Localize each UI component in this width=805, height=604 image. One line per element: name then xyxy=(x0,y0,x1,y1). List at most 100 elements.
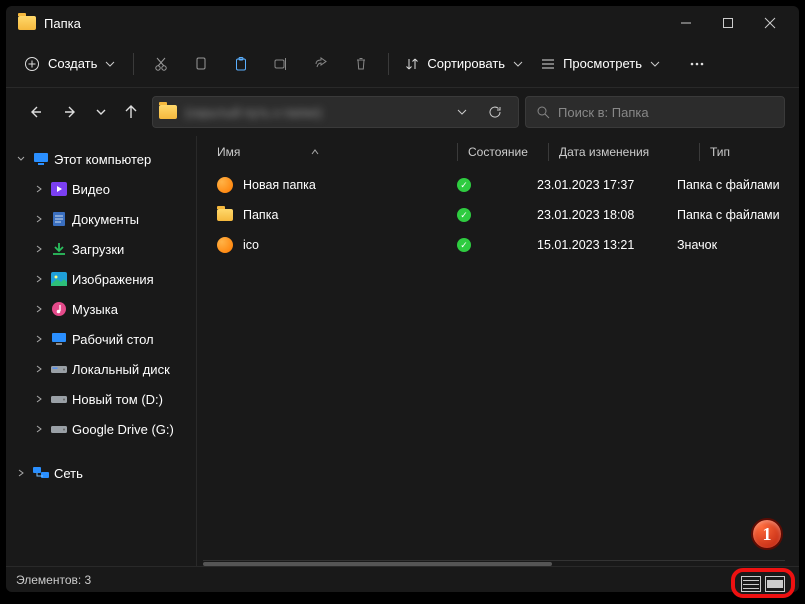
sidebar-item-downloads[interactable]: Загрузки xyxy=(10,234,192,264)
nav-pane[interactable]: Этот компьютер Видео Документы Загрузки xyxy=(6,136,196,566)
expand-icon[interactable] xyxy=(32,212,46,226)
file-row[interactable]: ico ✓ 15.01.2023 13:21 Значок xyxy=(197,230,799,260)
folder-custom-icon xyxy=(217,177,233,193)
sidebar-label: Изображения xyxy=(72,272,154,287)
copy-button[interactable] xyxy=(182,47,220,81)
details-view-button[interactable] xyxy=(741,576,761,592)
plus-circle-icon xyxy=(24,56,40,72)
column-type[interactable]: Тип xyxy=(710,145,799,159)
up-button[interactable] xyxy=(116,97,146,127)
search-box[interactable]: Поиск в: Папка xyxy=(525,96,785,128)
ellipsis-icon xyxy=(689,56,705,72)
minimize-button[interactable] xyxy=(665,8,707,38)
sidebar-item-pictures[interactable]: Изображения xyxy=(10,264,192,294)
titlebar: Папка xyxy=(6,6,799,40)
search-placeholder: Поиск в: Папка xyxy=(558,105,649,120)
copy-icon xyxy=(193,56,209,72)
expand-icon[interactable] xyxy=(32,392,46,406)
chevron-down-icon xyxy=(456,106,468,118)
sidebar-label: Музыка xyxy=(72,302,118,317)
address-dropdown[interactable] xyxy=(456,106,480,118)
sidebar-label: Локальный диск xyxy=(72,362,170,377)
sidebar-item-new-volume[interactable]: Новый том (D:) xyxy=(10,384,192,414)
view-button[interactable]: Просмотреть xyxy=(533,50,668,77)
minimize-icon xyxy=(680,17,692,29)
chevron-down-icon xyxy=(105,59,115,69)
downloads-icon xyxy=(50,241,68,257)
view-button-label: Просмотреть xyxy=(563,56,642,71)
paste-icon xyxy=(233,56,249,72)
large-icons-view-button[interactable] xyxy=(765,576,785,592)
folder-icon xyxy=(217,209,233,221)
file-row[interactable]: Папка ✓ 23.01.2023 18:08 Папка с файлами xyxy=(197,200,799,230)
trash-icon xyxy=(353,56,369,72)
drive-icon xyxy=(50,421,68,437)
sidebar-item-documents[interactable]: Документы xyxy=(10,204,192,234)
expand-icon[interactable] xyxy=(32,302,46,316)
monitor-icon xyxy=(32,151,50,167)
cut-icon xyxy=(153,56,169,72)
folder-icon xyxy=(18,16,36,30)
sidebar-label: Этот компьютер xyxy=(54,152,151,167)
horizontal-scrollbar[interactable] xyxy=(203,560,785,566)
sidebar-item-network[interactable]: Сеть xyxy=(10,458,192,488)
sidebar-label: Видео xyxy=(72,182,110,197)
cut-button[interactable] xyxy=(142,47,180,81)
sidebar-item-videos[interactable]: Видео xyxy=(10,174,192,204)
expand-icon[interactable] xyxy=(32,182,46,196)
sidebar-label: Сеть xyxy=(54,466,83,481)
sort-icon xyxy=(405,57,419,71)
sidebar-label: Google Drive (G:) xyxy=(72,422,174,437)
rename-icon xyxy=(273,56,289,72)
column-name[interactable]: Имя xyxy=(217,145,457,159)
arrow-left-icon xyxy=(27,104,43,120)
more-button[interactable] xyxy=(678,47,716,81)
expand-icon[interactable] xyxy=(32,332,46,346)
back-button[interactable] xyxy=(20,97,50,127)
delete-button[interactable] xyxy=(342,47,380,81)
expand-icon[interactable] xyxy=(14,466,28,480)
documents-icon xyxy=(50,211,68,227)
collapse-icon[interactable] xyxy=(14,152,28,166)
share-icon xyxy=(313,56,329,72)
column-date[interactable]: Дата изменения xyxy=(559,145,699,159)
new-button[interactable]: Создать xyxy=(14,50,125,78)
file-row[interactable]: Новая папка ✓ 23.01.2023 17:37 Папка с ф… xyxy=(197,170,799,200)
close-button[interactable] xyxy=(749,8,791,38)
expand-icon[interactable] xyxy=(32,362,46,376)
sidebar-item-this-pc[interactable]: Этот компьютер xyxy=(10,144,192,174)
expand-icon[interactable] xyxy=(32,272,46,286)
maximize-icon xyxy=(722,17,734,29)
sort-button-label: Сортировать xyxy=(427,56,505,71)
share-button[interactable] xyxy=(302,47,340,81)
sidebar-item-local-disk[interactable]: Локальный диск xyxy=(10,354,192,384)
item-count: 3 xyxy=(85,573,92,587)
refresh-icon xyxy=(488,105,502,119)
annotation-badge: 1 xyxy=(751,518,783,550)
rename-button[interactable] xyxy=(262,47,300,81)
arrow-up-icon xyxy=(123,104,139,120)
file-list: Новая папка ✓ 23.01.2023 17:37 Папка с ф… xyxy=(197,168,799,560)
forward-button[interactable] xyxy=(56,97,86,127)
sidebar-item-desktop[interactable]: Рабочий стол xyxy=(10,324,192,354)
ico-file-icon xyxy=(217,237,233,253)
paste-button[interactable] xyxy=(222,47,260,81)
address-row: (скрытый путь к папке) Поиск в: Папка xyxy=(6,88,799,136)
expand-icon[interactable] xyxy=(32,422,46,436)
drive-icon xyxy=(50,361,68,377)
music-icon xyxy=(50,301,68,317)
address-bar[interactable]: (скрытый путь к папке) xyxy=(152,96,519,128)
synced-icon: ✓ xyxy=(457,208,471,222)
recent-button[interactable] xyxy=(92,97,110,127)
column-state[interactable]: Состояние xyxy=(468,145,548,159)
maximize-button[interactable] xyxy=(707,8,749,38)
pictures-icon xyxy=(50,271,68,287)
refresh-button[interactable] xyxy=(488,105,512,119)
sidebar-label: Документы xyxy=(72,212,139,227)
sort-button[interactable]: Сортировать xyxy=(397,50,531,77)
new-button-label: Создать xyxy=(48,56,97,71)
sidebar-item-google-drive[interactable]: Google Drive (G:) xyxy=(10,414,192,444)
sidebar-item-music[interactable]: Музыка xyxy=(10,294,192,324)
column-headers[interactable]: Имя Состояние Дата изменения Тип xyxy=(197,136,799,168)
expand-icon[interactable] xyxy=(32,242,46,256)
